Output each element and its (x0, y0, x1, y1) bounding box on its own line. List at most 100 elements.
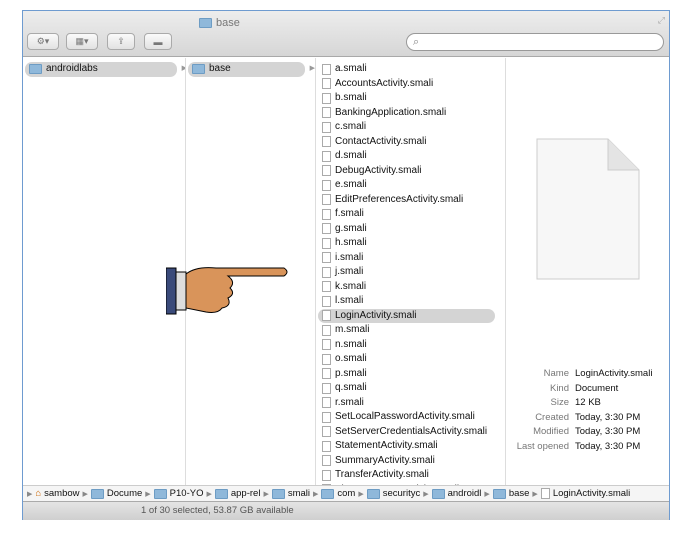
document-icon (540, 488, 550, 499)
file-item[interactable]: SetLocalPasswordActivity.smali (318, 410, 495, 425)
path-item[interactable]: P10-YO ▶ (153, 488, 212, 499)
status-bar: 1 of 30 selected, 53.87 GB available (23, 501, 669, 520)
file-item[interactable]: SetServerCredentialsActivity.smali (318, 425, 495, 440)
info-label: Modified (533, 426, 569, 437)
file-item[interactable]: DebugActivity.smali (318, 164, 495, 179)
file-label: n.smali (335, 338, 367, 350)
file-item[interactable]: o.smali (318, 352, 495, 367)
file-item[interactable]: h.smali (318, 236, 495, 251)
path-label: androidl (447, 488, 482, 499)
folder-androidlabs[interactable]: androidlabs▶ (25, 62, 185, 77)
path-item[interactable]: com ▶ (321, 488, 364, 499)
path-label: smali (287, 488, 310, 499)
file-label: StatementActivity.smali (335, 440, 438, 451)
file-label: DebugActivity.smali (335, 164, 422, 176)
file-item[interactable]: TransferActivity.smali (318, 468, 495, 483)
file-item[interactable]: q.smali (318, 381, 495, 396)
file-item[interactable]: r.smali (318, 396, 495, 411)
path-item[interactable]: Docume ▶ (90, 488, 151, 499)
chevron-right-icon: ▶ (532, 490, 538, 498)
file-item[interactable]: AccountsActivity.smali (318, 77, 495, 92)
fullscreen-icon[interactable]: ⤢ (658, 15, 665, 26)
info-label: Kind (549, 382, 569, 394)
chevron-right-icon: ▶ (313, 490, 319, 498)
file-item[interactable]: g.smali (318, 222, 495, 237)
file-label: BankingApplication.smali (335, 106, 447, 118)
file-item[interactable]: p.smali (318, 367, 495, 382)
path-item[interactable]: base ▶ (492, 488, 538, 499)
file-item[interactable]: LoginActivity.smali (318, 308, 495, 323)
column-1: androidlabs▶ (23, 58, 186, 485)
info-row: Size 12 KB (507, 397, 652, 412)
file-item[interactable]: b.smali (318, 91, 495, 106)
file-item[interactable]: StatementActivity.smali (318, 439, 495, 454)
file-label: m.smali (335, 324, 370, 335)
document-icon (322, 411, 331, 423)
file-label: AccountsActivity.smali (335, 77, 434, 89)
document-icon (322, 92, 331, 104)
folder-icon (366, 488, 380, 499)
column-files: a.smali AccountsActivity.smali b.smali Bank… (316, 58, 506, 485)
file-label: h.smali (335, 237, 367, 248)
file-item[interactable]: i.smali (318, 251, 495, 266)
document-preview-icon (536, 138, 640, 280)
file-item[interactable]: m.smali (318, 323, 495, 338)
file-label: i.smali (335, 251, 364, 263)
info-row: Created Today, 3:30 PM (507, 412, 652, 427)
file-label: TransferActivity.smali (335, 469, 429, 480)
path-item[interactable]: ⌂ sambow ▶ (35, 488, 88, 499)
document-icon (322, 266, 331, 278)
path-item[interactable]: androidl ▶ (431, 488, 490, 499)
path-item[interactable]: securityc ▶ (366, 488, 429, 499)
path-item[interactable]: smali ▶ (271, 488, 319, 499)
file-item[interactable]: d.smali (318, 149, 495, 164)
path-item[interactable]: LoginActivity.smali (540, 488, 631, 499)
document-icon (322, 194, 331, 206)
folder-icon (321, 488, 335, 499)
path-item[interactable]: app-rel ▶ (214, 488, 269, 499)
file-item[interactable]: a.smali (318, 62, 495, 77)
chevron-right-icon: ▶ (484, 490, 490, 498)
view-options-button[interactable]: ▦▾ (66, 33, 98, 50)
document-icon (322, 353, 331, 365)
info-value: Today, 3:30 PM (575, 411, 641, 423)
document-icon (322, 469, 331, 481)
path-label: LoginActivity.smali (552, 488, 631, 499)
file-item[interactable]: k.smali (318, 280, 495, 295)
file-item[interactable]: e.smali (318, 178, 495, 193)
folder-icon (192, 64, 205, 75)
file-item[interactable]: f.smali (318, 207, 495, 222)
search-icon: ⌕ (413, 36, 420, 48)
file-label: l.smali (335, 295, 364, 306)
info-row: Name LoginActivity.smali (507, 368, 653, 383)
share-button[interactable]: ⇪ (107, 33, 135, 50)
info-label: Last opened (516, 440, 569, 452)
file-item[interactable]: l.smali (318, 294, 495, 309)
file-item[interactable]: ContactActivity.smali (318, 135, 495, 150)
search-input[interactable]: ⌕ (406, 33, 664, 51)
home-icon: ⌂ (35, 488, 42, 499)
toggle-sidebar-button[interactable]: ▬ (144, 33, 172, 50)
document-icon (322, 295, 331, 307)
document-icon (322, 179, 331, 191)
file-label: g.smali (335, 222, 367, 234)
folder-icon (492, 488, 506, 499)
folder-icon (271, 488, 285, 499)
document-icon (322, 136, 331, 148)
document-icon (322, 368, 331, 380)
file-item[interactable]: SummaryActivity.smali (318, 454, 495, 469)
chevron-right-icon: ▶ (82, 490, 88, 498)
file-item[interactable]: EditPreferencesActivity.smali (318, 193, 495, 208)
file-item[interactable]: c.smali (318, 120, 495, 135)
document-icon (322, 324, 331, 336)
info-value: Today, 3:30 PM (575, 426, 641, 437)
document-icon (322, 252, 331, 264)
file-item[interactable]: BankingApplication.smali (318, 106, 495, 121)
pointing-hand-icon (166, 267, 288, 315)
document-icon (322, 208, 331, 220)
folder-base[interactable]: base ▶ (188, 62, 315, 77)
action-button[interactable]: ⚙▾ (27, 33, 59, 50)
file-item[interactable]: n.smali (318, 338, 495, 353)
path-label: Docume (106, 488, 143, 499)
file-item[interactable]: j.smali (318, 265, 495, 280)
